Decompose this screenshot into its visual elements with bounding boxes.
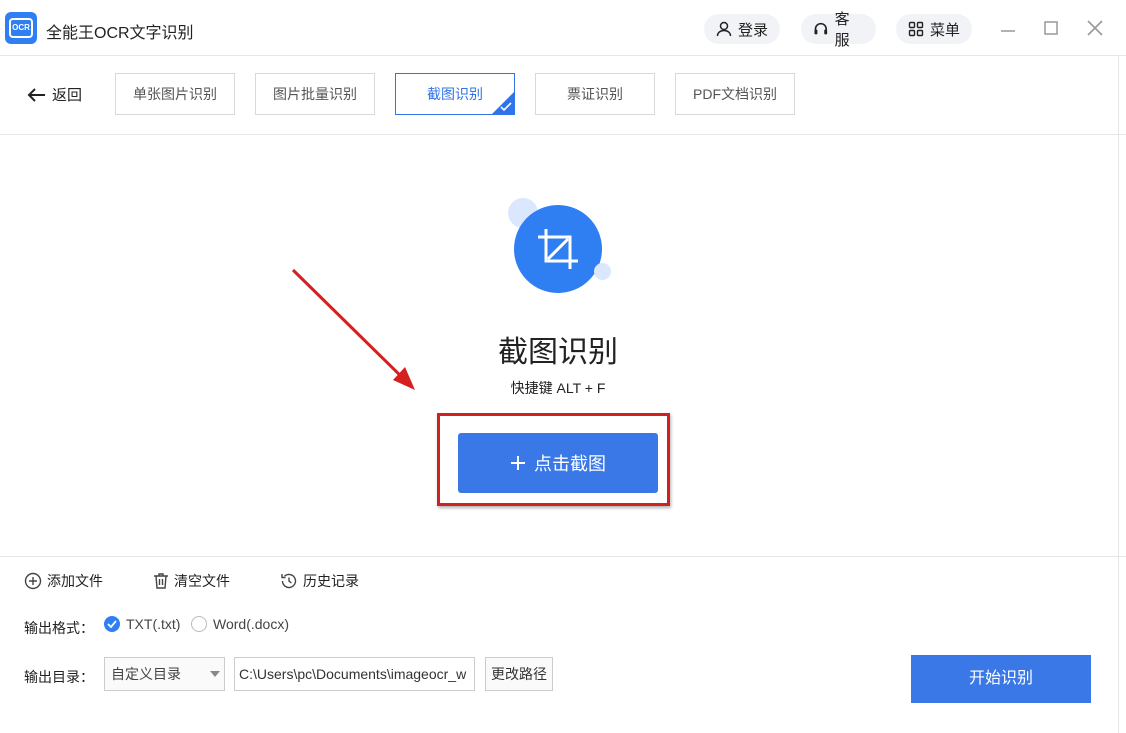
menu-button[interactable]: 菜单 (896, 14, 972, 44)
tab-label: 图片批量识别 (273, 86, 357, 102)
tab-row: 返回 单张图片识别 图片批量识别 截图识别 票证识别 PDF文档识别 (0, 56, 1126, 135)
login-label: 登录 (738, 21, 769, 39)
dir-select[interactable]: 自定义目录 (104, 657, 225, 691)
tab-label: 单张图片识别 (133, 86, 217, 102)
format-label: 输出格式： (24, 620, 94, 636)
format-word-radio[interactable]: Word(.docx) (191, 616, 289, 632)
back-label: 返回 (52, 87, 83, 104)
tab-certificate[interactable]: 票证识别 (535, 73, 655, 115)
maximize-icon[interactable] (1039, 16, 1063, 40)
radio-checked-icon (104, 616, 120, 632)
headset-icon (814, 22, 828, 35)
dir-select-value: 自定义目录 (111, 666, 181, 682)
clear-files-label: 清空文件 (174, 573, 230, 589)
history-icon (281, 573, 297, 589)
login-button[interactable]: 登录 (704, 14, 780, 44)
app-title: 全能王OCR文字识别 (46, 25, 194, 42)
logo-text: OCR (9, 18, 33, 38)
chevron-down-icon (210, 671, 220, 677)
start-recognition-button[interactable]: 开始识别 (911, 655, 1091, 703)
plus-icon (511, 456, 525, 470)
plus-circle-icon (24, 572, 42, 590)
change-path-button[interactable]: 更改路径 (485, 657, 553, 691)
user-icon (716, 21, 732, 37)
shortcut-hint: 快捷键 ALT + F (510, 380, 606, 396)
add-files-button[interactable]: 添加文件 (24, 571, 103, 591)
page-title: 截图识别 (498, 336, 618, 369)
tab-screenshot[interactable]: 截图识别 (395, 73, 515, 115)
format-word-label: Word(.docx) (213, 616, 289, 632)
radio-unchecked-icon (191, 616, 207, 632)
clear-files-button[interactable]: 清空文件 (153, 571, 230, 591)
history-label: 历史记录 (303, 573, 359, 589)
dir-path-input[interactable]: C:\Users\pc\Documents\imageocr_w (234, 657, 475, 691)
close-icon[interactable] (1083, 16, 1107, 40)
history-button[interactable]: 历史记录 (280, 571, 359, 591)
minimize-icon[interactable] (996, 16, 1020, 40)
tab-label: PDF文档识别 (693, 86, 777, 102)
capture-button[interactable]: 点击截图 (458, 433, 658, 493)
back-arrow-icon (27, 87, 45, 102)
format-txt-label: TXT(.txt) (126, 616, 181, 632)
ocr-logo-icon: OCR (5, 12, 37, 44)
trash-icon (154, 573, 168, 589)
grid-icon (908, 21, 924, 37)
tab-batch-image[interactable]: 图片批量识别 (255, 73, 375, 115)
bottom-panel: 添加文件 清空文件 历史记录 输出格式： TXT(.txt) Word(.doc… (0, 556, 1126, 733)
check-icon (500, 102, 512, 112)
format-txt-radio[interactable]: TXT(.txt) (104, 616, 180, 632)
add-files-label: 添加文件 (47, 573, 103, 589)
arrow-annotation-icon (291, 268, 415, 390)
crop-icon (538, 229, 578, 269)
back-button[interactable]: 返回 (26, 84, 82, 105)
tab-label: 截图识别 (427, 86, 483, 102)
decor-bubble (594, 263, 611, 280)
tab-single-image[interactable]: 单张图片识别 (115, 73, 235, 115)
tab-pdf[interactable]: PDF文档识别 (675, 73, 795, 115)
dir-label: 输出目录： (24, 669, 94, 685)
capture-label: 点击截图 (534, 454, 606, 474)
title-bar: OCR 全能王OCR文字识别 登录 客服 菜单 (0, 0, 1126, 56)
service-label: 客服 (834, 11, 850, 49)
service-button[interactable]: 客服 (801, 11, 876, 49)
tab-label: 票证识别 (567, 86, 623, 102)
menu-label: 菜单 (930, 21, 961, 39)
